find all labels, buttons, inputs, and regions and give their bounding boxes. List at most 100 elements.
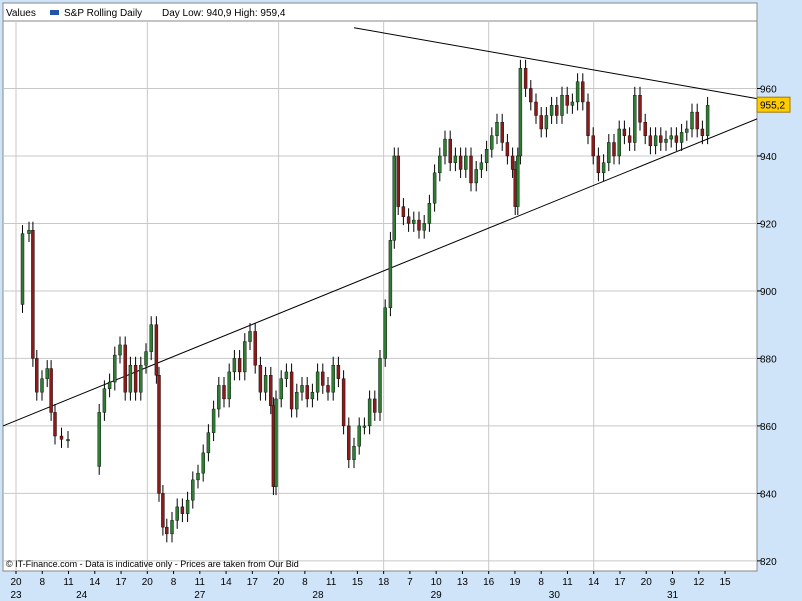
candle-body bbox=[237, 358, 242, 373]
candle-body bbox=[705, 105, 710, 136]
x-axis: 20 8 11 14 17 20 8 11 14 17 20 8 11 15 18 7 10 13 16 19 8 11 1… bbox=[10, 571, 731, 601]
candle-body bbox=[700, 128, 705, 136]
candle-body bbox=[643, 122, 647, 136]
x-tick-label: 9 bbox=[670, 577, 676, 588]
candle-body bbox=[674, 135, 679, 143]
candle-body bbox=[469, 155, 473, 184]
candle-body bbox=[555, 105, 559, 116]
y-tick-label: 920 bbox=[760, 219, 777, 230]
x-tick-label: 17 bbox=[614, 577, 626, 588]
candle-body bbox=[633, 95, 637, 143]
candle-body bbox=[191, 479, 195, 501]
x-tick-label: 8 bbox=[171, 577, 177, 588]
price-chart: Values S&P Rolling Daily Day Low: 940,9 … bbox=[2, 2, 791, 601]
x-tick-label: 15 bbox=[352, 577, 364, 588]
candle-body bbox=[59, 435, 64, 440]
candle-body bbox=[516, 155, 520, 207]
candle-body bbox=[544, 115, 549, 130]
candle-body bbox=[180, 506, 185, 514]
x-tick-label: 20 bbox=[641, 577, 653, 588]
candle-body bbox=[560, 95, 564, 116]
candle-body bbox=[565, 95, 569, 106]
x-tick-label: 14 bbox=[588, 577, 600, 588]
candle-body bbox=[549, 105, 554, 116]
candle-body bbox=[300, 385, 304, 393]
candle-body bbox=[263, 375, 268, 393]
copyright-note: © IT-Finance.com - Data is indicative on… bbox=[6, 559, 299, 569]
candle-body bbox=[326, 385, 330, 393]
candle-body bbox=[586, 101, 590, 136]
candle-body bbox=[107, 381, 112, 389]
candle-body bbox=[617, 128, 621, 157]
candle-body bbox=[581, 81, 585, 103]
candle-body bbox=[534, 101, 538, 116]
candle-body bbox=[128, 364, 133, 393]
x-tick-label: 7 bbox=[407, 577, 413, 588]
x-tick-label: 8 bbox=[39, 577, 45, 588]
candle-body bbox=[575, 81, 580, 103]
candle-body bbox=[341, 378, 346, 427]
x-tick-label: 15 bbox=[719, 577, 731, 588]
candle-body bbox=[217, 385, 221, 410]
y-axis: 820 840 860 880 900 920 940 960 bbox=[757, 84, 777, 568]
candle-body bbox=[669, 135, 673, 140]
legend-series-name: S&P Rolling Daily bbox=[64, 8, 142, 19]
candle-body bbox=[35, 358, 39, 393]
x-tick-label: 17 bbox=[247, 577, 259, 588]
y-tick-label: 820 bbox=[760, 557, 777, 568]
candle-body bbox=[66, 439, 70, 442]
candle-body bbox=[362, 425, 367, 428]
candle-body bbox=[154, 324, 159, 376]
candle-body bbox=[170, 520, 174, 535]
candle-body bbox=[690, 111, 694, 130]
candle-body bbox=[258, 364, 263, 393]
y-tick-label: 940 bbox=[760, 152, 777, 163]
candle-body bbox=[295, 391, 299, 410]
candle-body bbox=[378, 358, 382, 413]
x-tick-label: 20 bbox=[142, 577, 154, 588]
candle-body bbox=[591, 135, 595, 157]
candle-body bbox=[123, 344, 127, 393]
x-day-label: 30 bbox=[549, 590, 561, 601]
candle-body bbox=[505, 142, 510, 157]
candle-body bbox=[659, 135, 663, 143]
candle-body bbox=[113, 354, 117, 383]
x-tick-label: 18 bbox=[378, 577, 390, 588]
candle-body bbox=[336, 364, 341, 379]
candle-body bbox=[453, 155, 458, 163]
candle-body bbox=[438, 155, 442, 174]
x-tick-label: 14 bbox=[221, 577, 233, 588]
candle-body bbox=[227, 371, 231, 400]
last-price-tag: 955,2 bbox=[756, 96, 791, 113]
candle-body bbox=[211, 408, 216, 433]
candle-body bbox=[427, 203, 432, 224]
last-price-label: 955,2 bbox=[760, 101, 785, 112]
candle-body bbox=[596, 155, 601, 174]
candle-body bbox=[518, 68, 523, 157]
candle-body bbox=[347, 425, 351, 460]
candle-body bbox=[529, 88, 533, 103]
chart-window: Values S&P Rolling Daily Day Low: 940,9 … bbox=[0, 0, 802, 601]
x-tick-label: 13 bbox=[457, 577, 469, 588]
candle-body bbox=[383, 307, 387, 359]
candle-body bbox=[284, 371, 289, 379]
candle-body bbox=[144, 351, 148, 366]
candle-body bbox=[401, 206, 406, 217]
candle-body bbox=[695, 111, 699, 130]
legend-swatch bbox=[50, 10, 59, 15]
x-tick-label: 16 bbox=[483, 577, 495, 588]
candle-body bbox=[97, 412, 101, 467]
candle-body bbox=[157, 375, 161, 494]
candle-body bbox=[627, 135, 632, 143]
candle-body bbox=[269, 375, 273, 406]
candle-body bbox=[432, 172, 437, 204]
candle-body bbox=[484, 149, 489, 163]
candle-body bbox=[412, 219, 416, 224]
candle-body bbox=[289, 371, 294, 410]
y-tick-label: 840 bbox=[760, 489, 777, 500]
candle-body bbox=[653, 135, 658, 147]
candle-body bbox=[133, 364, 138, 393]
x-day-label: 28 bbox=[312, 590, 324, 601]
x-tick-label: 12 bbox=[693, 577, 705, 588]
candle-body bbox=[495, 122, 499, 136]
